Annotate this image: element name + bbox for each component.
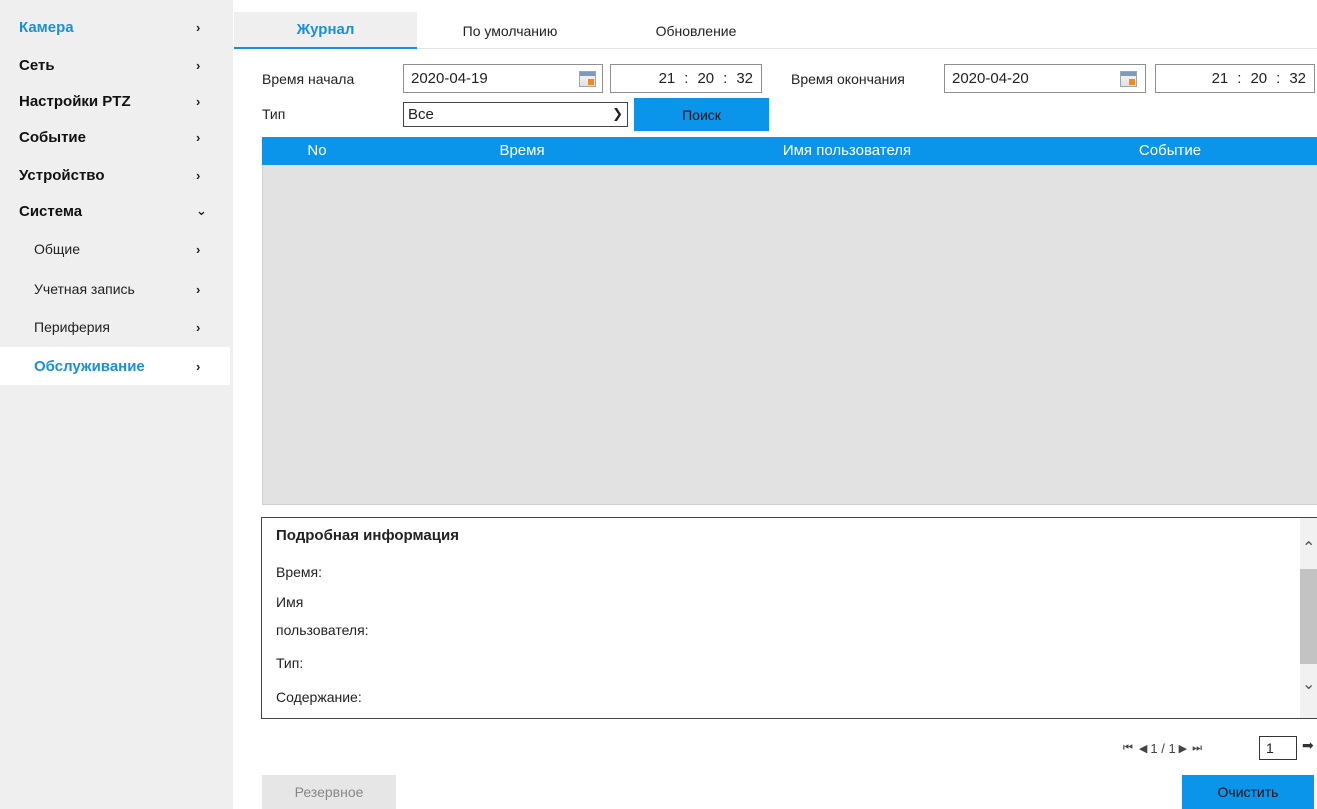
sidebar-item-network[interactable]: Сеть › [0,47,233,83]
details-time-label: Время: [276,564,323,580]
details-title: Подробная информация [276,527,459,544]
sidebar-item-label: Настройки PTZ [19,92,131,110]
sidebar: Камера › Сеть › Настройки PTZ › Событие … [0,0,233,809]
chevron-down-icon: ❯ [612,106,623,121]
sidebar-item-label: Камера [19,18,74,36]
time-separator: : [1237,70,1242,87]
start-minute[interactable]: 20 [697,70,714,87]
page-info: 1 / 1 [1150,740,1176,756]
chevron-right-icon: › [196,319,201,335]
sidebar-item-label: Обслуживание [34,357,145,375]
go-arrow-icon[interactable]: ➡ [1302,737,1314,754]
prev-page-icon[interactable]: ◀ [1139,742,1147,755]
first-page-icon[interactable]: ⏮ [1123,742,1133,755]
column-header-event[interactable]: Событие [1139,142,1201,159]
chevron-down-icon: ⌄ [196,203,207,218]
end-time-label: Время окончания [791,71,905,87]
next-page-icon[interactable]: ▶ [1179,742,1187,755]
column-header-time[interactable]: Время [499,142,544,159]
sidebar-item-device[interactable]: Устройство › [0,157,233,193]
end-time-field[interactable]: 21 : 20 : 32 [1155,64,1315,93]
scrollbar-thumb[interactable] [1300,569,1317,664]
end-second[interactable]: 32 [1289,70,1306,87]
type-select-value: Все [408,106,434,123]
details-user-label-line1: Имя [276,594,304,610]
last-page-icon[interactable]: ⏭ [1192,742,1202,755]
tab-update[interactable]: Обновление [636,12,756,49]
start-hour[interactable]: 21 [659,70,676,87]
sidebar-item-label: Событие [19,128,86,146]
end-date-field[interactable]: 2020-04-20 [944,64,1146,93]
chevron-right-icon: › [196,241,201,257]
start-date-field[interactable]: 2020-04-19 [403,64,603,93]
sidebar-item-label: Периферия [34,319,110,335]
calendar-icon[interactable] [579,71,596,87]
chevron-right-icon: › [196,358,201,374]
column-header-user[interactable]: Имя пользователя [783,142,911,159]
start-time-field[interactable]: 21 : 20 : 32 [610,64,762,93]
chevron-right-icon: › [196,167,201,183]
tab-default[interactable]: По умолчанию [435,12,585,49]
sidebar-item-camera[interactable]: Камера › [0,9,233,45]
clear-button[interactable]: Очистить [1182,775,1314,809]
log-table-header: No Время Имя пользователя Событие [262,137,1317,165]
search-button[interactable]: Поиск [634,98,769,131]
sidebar-subitem-peripherals[interactable]: Периферия › [0,308,230,346]
chevron-up-icon[interactable]: ⌃ [1302,538,1315,558]
chevron-right-icon: › [196,57,201,73]
sidebar-item-system[interactable]: Система ⌄ [0,193,233,229]
chevron-down-icon[interactable]: ⌄ [1302,674,1315,694]
log-table-body[interactable] [262,165,1317,505]
chevron-right-icon: › [196,129,201,145]
chevron-right-icon: › [196,19,201,35]
end-date-value: 2020-04-20 [952,70,1029,87]
sidebar-item-label: Система [19,202,83,220]
sidebar-subitem-account[interactable]: Учетная запись › [0,270,230,308]
end-hour[interactable]: 21 [1212,70,1229,87]
time-separator: : [1276,70,1281,87]
sidebar-item-label: Сеть [19,56,55,74]
time-separator: : [684,70,689,87]
page-number-input[interactable]: 1 [1259,736,1297,760]
backup-button[interactable]: Резервное [262,775,396,809]
sidebar-item-label: Устройство [19,166,105,184]
type-label: Тип [262,106,286,122]
details-scrollbar[interactable]: ⌃ ⌄ [1300,518,1317,718]
chevron-right-icon: › [196,93,201,109]
sidebar-item-ptz[interactable]: Настройки PTZ › [0,83,233,119]
sidebar-item-label: Общие [34,241,81,257]
calendar-icon[interactable] [1120,71,1137,87]
tab-bar: Журнал По умолчанию Обновление [234,12,1317,49]
type-select[interactable]: Все ❯ [403,102,628,127]
start-date-value: 2020-04-19 [411,70,488,87]
details-content-label: Содержание: [276,689,362,705]
tab-log[interactable]: Журнал [234,12,417,49]
sidebar-subitem-maintenance[interactable]: Обслуживание › [0,347,230,385]
chevron-right-icon: › [196,281,201,297]
column-header-no[interactable]: No [307,142,326,159]
sidebar-item-event[interactable]: Событие › [0,119,233,155]
start-second[interactable]: 32 [736,70,753,87]
details-user-label-line2: пользователя: [276,622,369,638]
sidebar-item-label: Учетная запись [34,281,135,297]
details-type-label: Тип: [276,655,304,671]
time-separator: : [723,70,728,87]
start-time-label: Время начала [262,71,355,87]
details-panel: Подробная информация Время: Имя пользова… [261,517,1317,719]
sidebar-subitem-general[interactable]: Общие › [0,230,230,268]
end-minute[interactable]: 20 [1250,70,1267,87]
pager: ⏮ ◀ 1 / 1 ▶ ⏭ [1123,736,1202,760]
